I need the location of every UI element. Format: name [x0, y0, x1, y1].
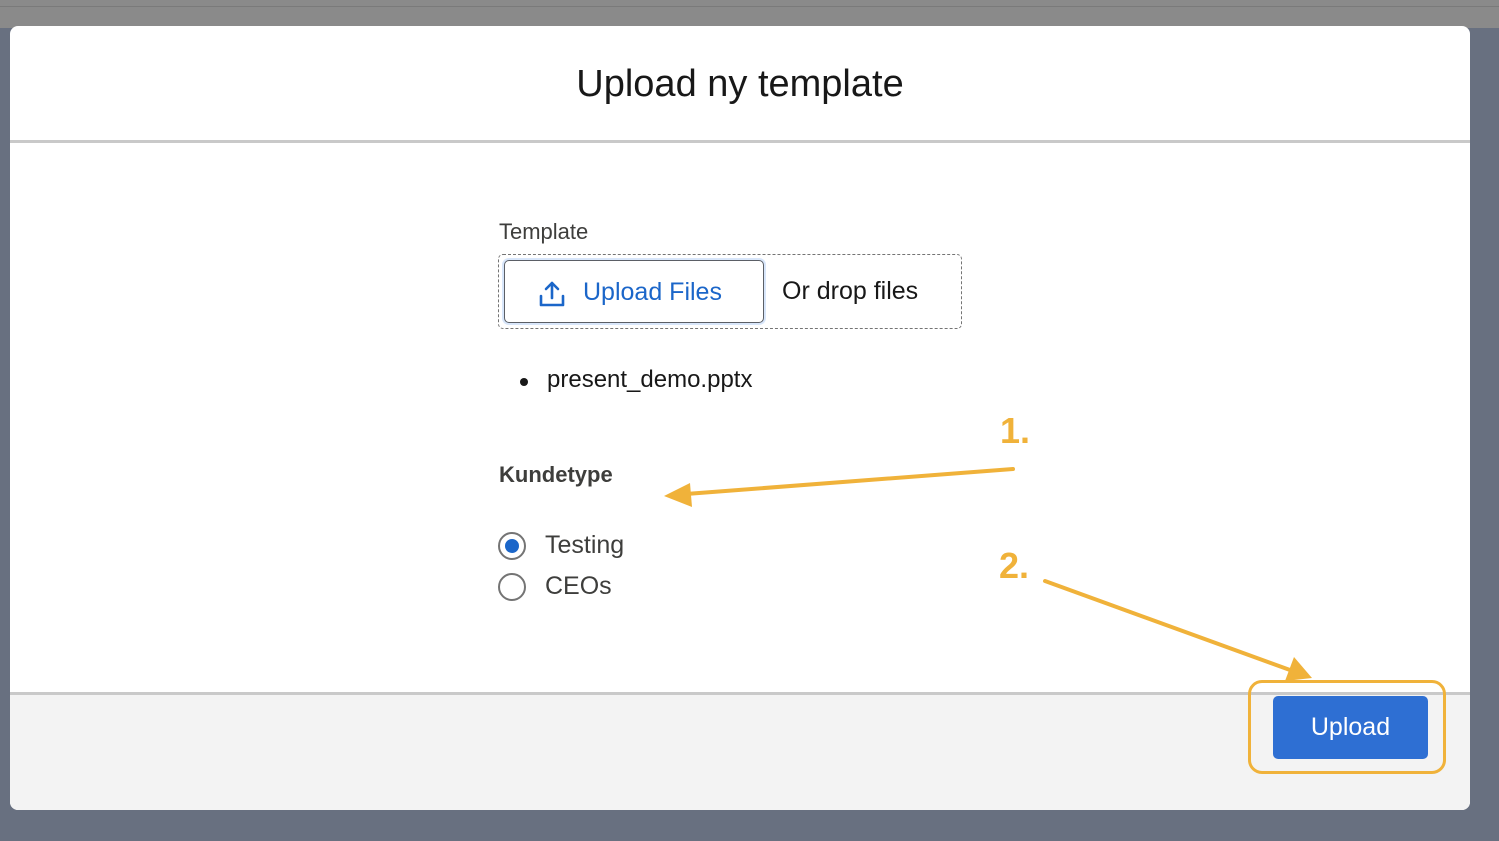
annotation-step-1: 1.	[1000, 410, 1031, 451]
modal-title: Upload ny template	[576, 63, 904, 105]
radio-option-testing[interactable]: Testing	[498, 531, 624, 560]
template-field-label: Template	[499, 219, 589, 244]
upload-icon	[539, 281, 565, 307]
upload-template-modal: Upload ny template	[10, 26, 1470, 810]
drop-files-label: Or drop files	[782, 277, 919, 305]
bullet-icon	[520, 378, 528, 386]
modal-footer	[10, 692, 1470, 810]
upload-files-label: Upload Files	[583, 278, 722, 306]
radio-option-ceos[interactable]: CEOs	[498, 572, 612, 601]
kundetype-label: Kundetype	[499, 462, 613, 487]
annotation-step-2: 2.	[999, 545, 1030, 586]
upload-button[interactable]: Upload	[1273, 696, 1428, 759]
file-name: present_demo.pptx	[547, 366, 753, 393]
list-item: present_demo.pptx	[520, 366, 752, 394]
file-dropzone[interactable]: Upload Files Or drop files	[498, 254, 962, 329]
upload-files-button[interactable]: Upload Files	[504, 260, 764, 323]
radio-button-unchecked[interactable]	[498, 572, 526, 601]
radio-label-testing: Testing	[545, 531, 625, 559]
top-bar-divider	[0, 6, 1499, 7]
radio-button-checked[interactable]	[498, 531, 526, 560]
browser-top-bar	[0, 0, 1499, 28]
uploaded-file-list: present_demo.pptx	[520, 366, 752, 394]
modal-header: Upload ny template	[10, 26, 1470, 143]
radio-label-ceos: CEOs	[545, 572, 612, 600]
